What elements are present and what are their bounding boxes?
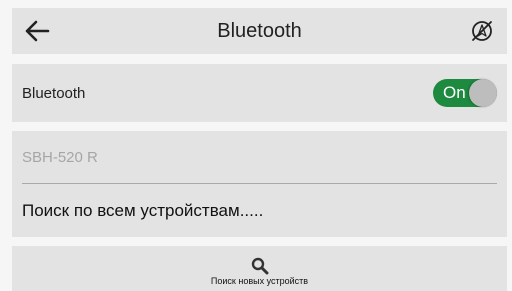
device-item[interactable]: SBH-520 R [12, 131, 507, 183]
search-all-label: Поиск по всем устройствам..... [22, 200, 264, 220]
scan-new-devices-button[interactable]: Поиск новых устройств [12, 246, 507, 291]
arrow-left-icon [25, 20, 50, 42]
device-name: SBH-520 R [22, 148, 98, 166]
device-list: SBH-520 R Поиск по всем устройствам..... [12, 131, 507, 237]
app-header: Bluetooth [12, 8, 507, 54]
back-button[interactable] [24, 19, 50, 43]
page-title: Bluetooth [217, 19, 302, 42]
toggle-knob [469, 79, 497, 107]
toggle-state-label: On [443, 83, 466, 102]
search-all-devices-item[interactable]: Поиск по всем устройствам..... [12, 184, 507, 237]
search-icon [251, 257, 268, 275]
location-off-icon [472, 21, 492, 41]
bluetooth-setting-row: Bluetooth On [12, 64, 507, 122]
scan-button-label: Поиск новых устройств [210, 276, 309, 286]
bluetooth-label: Bluetooth [22, 84, 86, 102]
location-off-button[interactable] [470, 19, 494, 43]
bluetooth-toggle[interactable]: On [433, 79, 497, 107]
